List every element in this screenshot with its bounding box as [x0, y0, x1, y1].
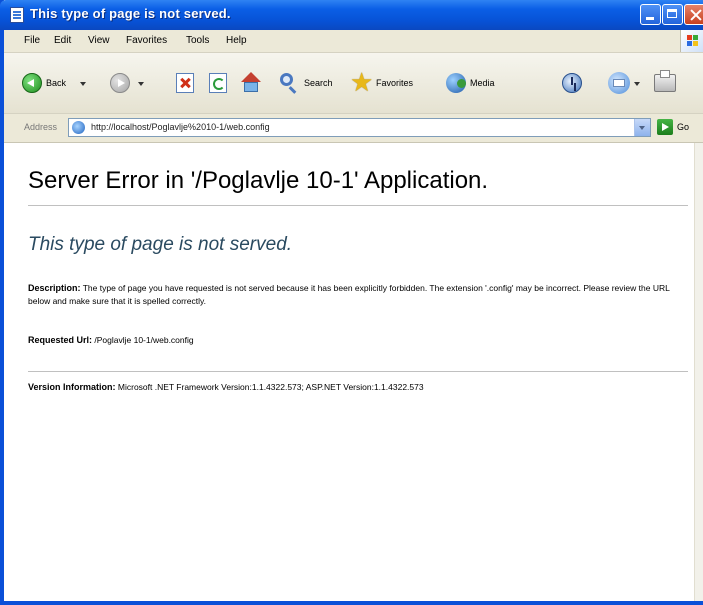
maximize-button[interactable] [662, 4, 683, 25]
address-dropdown-icon[interactable] [634, 119, 650, 136]
menu-file[interactable]: File [24, 35, 40, 46]
address-label: Address [24, 122, 58, 132]
menu-view[interactable]: View [88, 35, 110, 46]
server-error-title: Server Error in '/Poglavlje 10-1' Applic… [28, 167, 489, 194]
stop-icon [176, 73, 194, 93]
forward-dropdown-icon[interactable] [138, 82, 144, 86]
menu-help[interactable]: Help [226, 35, 247, 46]
print-button[interactable] [654, 68, 680, 98]
refresh-icon [209, 73, 227, 93]
requested-url-block: Requested Url: /Poglavlje 10-1/web.confi… [28, 335, 678, 345]
close-button[interactable] [684, 4, 703, 25]
history-icon [562, 73, 582, 93]
go-arrow-icon[interactable] [657, 119, 673, 135]
back-arrow-icon [22, 73, 42, 93]
address-url[interactable]: http://localhost/Poglavlje%2010-1/web.co… [91, 122, 270, 132]
mail-icon [608, 72, 630, 94]
search-label: Search [304, 78, 333, 88]
vertical-scrollbar[interactable] [694, 143, 703, 601]
divider-bottom [28, 371, 688, 372]
ie-page-icon [72, 121, 85, 134]
error-heading: This type of page is not served. [28, 234, 293, 255]
requested-url-label: Requested Url: [28, 335, 93, 345]
search-button[interactable]: Search [280, 68, 344, 98]
back-dropdown-icon[interactable] [80, 82, 86, 86]
description-block: Description: The type of page you have r… [28, 282, 678, 308]
requested-url-value: /Poglavlje 10-1/web.config [94, 335, 194, 345]
menu-bar: File Edit View Favorites Tools Help [4, 30, 703, 53]
back-button[interactable]: Back [22, 68, 92, 98]
address-input[interactable]: http://localhost/Poglavlje%2010-1/web.co… [68, 118, 651, 137]
go-button[interactable]: Go [677, 122, 689, 132]
windows-logo-icon [680, 30, 703, 52]
favorites-star-icon: ★ [350, 67, 374, 97]
version-text: Microsoft .NET Framework Version:1.1.432… [117, 382, 424, 392]
favorites-label: Favorites [376, 78, 414, 88]
mail-dropdown-icon[interactable] [634, 82, 640, 86]
version-info-block: Version Information: Microsoft .NET Fram… [28, 382, 678, 392]
history-button[interactable] [562, 68, 586, 98]
home-button[interactable] [240, 68, 264, 98]
media-icon [446, 73, 466, 93]
minimize-button[interactable] [640, 4, 661, 25]
stop-button[interactable] [176, 68, 198, 98]
menu-favorites[interactable]: Favorites [126, 35, 167, 46]
home-icon [240, 72, 262, 94]
printer-icon [654, 70, 676, 92]
version-label: Version Information: [28, 382, 116, 392]
back-label: Back [46, 78, 67, 88]
address-bar: Address http://localhost/Poglavlje%2010-… [4, 114, 703, 143]
menu-edit[interactable]: Edit [54, 35, 71, 46]
forward-button[interactable] [110, 68, 150, 98]
search-icon [280, 73, 293, 86]
description-label: Description: [28, 283, 81, 293]
divider-top [28, 205, 688, 206]
window-title: This type of page is not served. [30, 6, 231, 21]
refresh-button[interactable] [209, 68, 231, 98]
media-label: Media [470, 78, 495, 88]
favorites-button[interactable]: ★ Favorites [350, 68, 432, 98]
browser-window: This type of page is not served. File Ed… [0, 0, 703, 605]
page-content: Server Error in '/Poglavlje 10-1' Applic… [4, 143, 694, 601]
description-text: The type of page you have requested is n… [28, 283, 670, 306]
page-document-icon [10, 7, 24, 23]
forward-arrow-icon [110, 73, 130, 93]
toolbar: Back Search ★ Favorites Media [4, 53, 703, 114]
menu-tools[interactable]: Tools [186, 35, 209, 46]
mail-button[interactable] [608, 68, 644, 98]
media-button[interactable]: Media [446, 68, 506, 98]
title-bar[interactable]: This type of page is not served. [0, 0, 703, 30]
